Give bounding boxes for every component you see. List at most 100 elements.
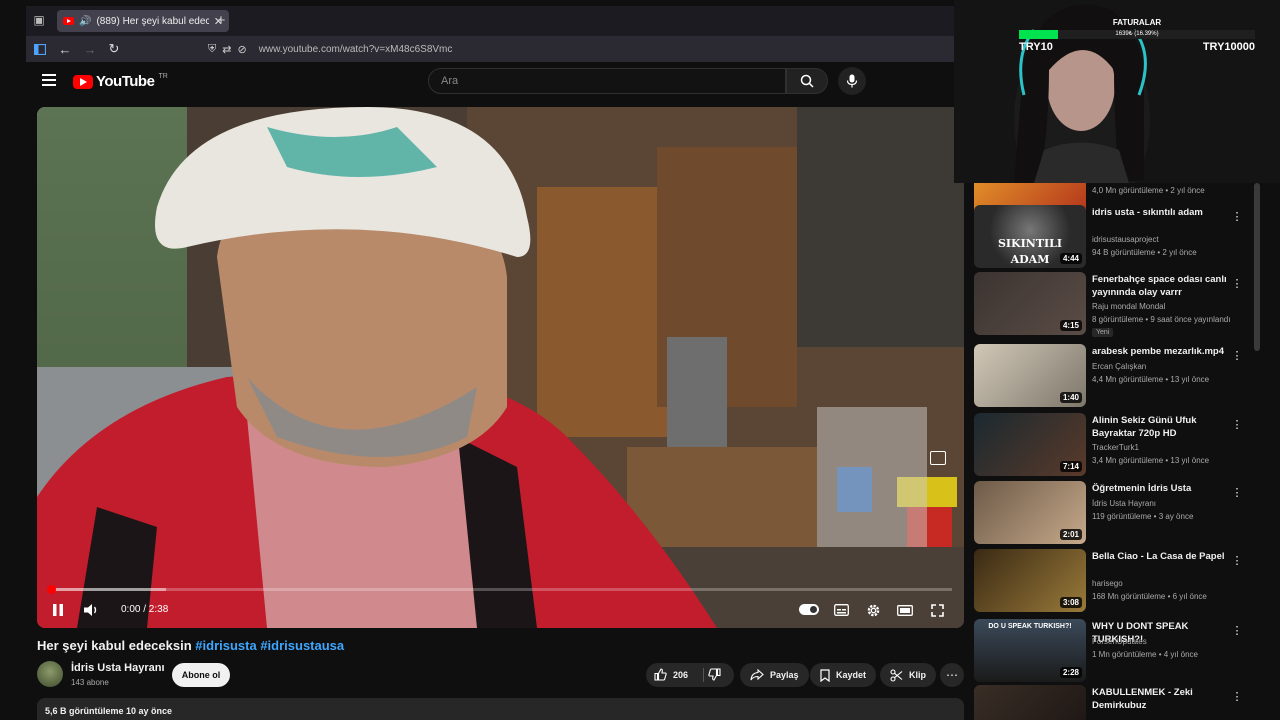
microphone-icon bbox=[846, 74, 858, 88]
search-input[interactable] bbox=[441, 75, 785, 87]
recommendation-title[interactable]: Bella Ciao - La Casa de Papel bbox=[1092, 551, 1232, 564]
speaker-icon[interactable]: 🔊 bbox=[79, 16, 91, 27]
recommendation-meta: 119 görüntüleme • 3 ay önce bbox=[1092, 511, 1194, 521]
country-code: TR bbox=[158, 73, 168, 80]
screen: ▣ 🔊 (889) Her şeyi kabul edeceksin ✕ + ←… bbox=[0, 0, 1280, 720]
more-options-icon[interactable]: ⋮ bbox=[1232, 209, 1243, 223]
subscribe-button[interactable]: Abone ol bbox=[172, 663, 230, 687]
video-frame[interactable] bbox=[37, 107, 964, 628]
fullscreen-icon bbox=[930, 603, 944, 617]
recommendation-title[interactable]: Öğretmenin İdris Usta bbox=[1092, 483, 1232, 496]
recommendation-item[interactable]: DO U SPEAK TURKISH?! 2:28 WHY U DONT SPEAK… bbox=[974, 619, 1254, 683]
thumbs-up-icon bbox=[654, 668, 667, 681]
video-player[interactable]: 0:00 / 2:38 bbox=[37, 107, 964, 628]
more-options-icon[interactable]: ⋮ bbox=[1232, 553, 1243, 567]
back-button[interactable]: ← bbox=[57, 41, 73, 57]
video-title-text: Her şeyi kabul edeceksin bbox=[37, 638, 192, 653]
search-button[interactable] bbox=[786, 68, 828, 94]
sidebar-scrollbar[interactable] bbox=[1254, 183, 1260, 351]
recommendation-item[interactable]: 3:08 Bella Ciao - La Casa de Papel hariseg… bbox=[974, 549, 1254, 613]
recommendation-item[interactable]: DÜZENİ BOZANKABULLENMEK - Zeki Demirkubu… bbox=[974, 685, 1254, 720]
video-thumbnail[interactable]: DO U SPEAK TURKISH?! 2:28 bbox=[974, 619, 1086, 682]
address-bar[interactable]: ⛨ ⇄ ⊘ www.youtube.com/watch?v=xM48c6S8Vm… bbox=[204, 39, 952, 59]
progress-buffer bbox=[49, 588, 167, 591]
recommendation-title[interactable]: idris usta - sıkıntılı adam bbox=[1092, 207, 1232, 220]
reload-button[interactable]: ↻ bbox=[106, 41, 122, 57]
recommendation-title[interactable]: Alinin Sekiz Günü Ufuk Bayraktar 720p HD bbox=[1092, 415, 1232, 440]
more-options-icon[interactable]: ⋮ bbox=[1232, 689, 1243, 703]
forward-button[interactable]: → bbox=[82, 41, 98, 57]
url-text[interactable]: www.youtube.com/watch?v=xM48c6S8Vmc bbox=[259, 44, 453, 55]
donation-goal-widget: FATURALAR 1639₺ (16.39%) TRY10 TRY10000 bbox=[1019, 18, 1255, 58]
video-thumbnail[interactable]: 4:15 bbox=[974, 272, 1086, 335]
more-options-icon[interactable]: ⋮ bbox=[1232, 417, 1243, 431]
share-button[interactable]: Paylaş bbox=[740, 663, 809, 687]
recommendation-meta: 4,4 Mn görüntüleme • 13 yıl önce bbox=[1092, 374, 1210, 384]
shield-icon[interactable]: ⛨ bbox=[208, 43, 216, 56]
recommendation-channel[interactable]: idrisustausaproject bbox=[1092, 235, 1159, 244]
video-thumbnail[interactable]: 3:08 bbox=[974, 549, 1086, 612]
recommendation-channel[interactable]: ForsenUpdates bbox=[1092, 637, 1147, 646]
hamburger-menu-icon[interactable] bbox=[42, 74, 56, 86]
browser-tab-youtube[interactable]: 🔊 (889) Her şeyi kabul edeceksin ✕ bbox=[57, 10, 229, 32]
like-button[interactable]: 206 bbox=[654, 668, 688, 681]
subtitles-button[interactable] bbox=[830, 599, 852, 621]
permissions-icon[interactable]: ⇄ bbox=[222, 43, 231, 56]
video-thumbnail[interactable]: SIKINTILI ADAM 4:44 bbox=[974, 205, 1086, 268]
recommendation-meta: 168 Mn görüntüleme • 6 yıl önce bbox=[1092, 592, 1207, 601]
recommendation-channel[interactable]: Raju mondal Mondal bbox=[1092, 302, 1165, 311]
more-options-icon[interactable]: ⋮ bbox=[1232, 623, 1243, 637]
recommendations-list: 3:134,0 Mn görüntüleme • 2 yıl önceSIKIN… bbox=[974, 183, 1254, 720]
save-button[interactable]: Kaydet bbox=[810, 663, 877, 687]
mute-button[interactable] bbox=[81, 599, 103, 621]
recommendation-item[interactable]: 2:01 Öğretmenin İdris Usta İdris Usta Hayr… bbox=[974, 481, 1254, 545]
youtube-header: YouTube TR bbox=[26, 62, 954, 102]
hashtag-link[interactable]: #idrisustausa bbox=[260, 638, 344, 653]
gear-icon bbox=[867, 604, 879, 616]
clip-button[interactable]: Klip bbox=[880, 663, 936, 687]
pause-button[interactable] bbox=[47, 599, 69, 621]
more-options-icon[interactable]: ⋮ bbox=[1232, 348, 1243, 362]
theater-icon bbox=[897, 604, 913, 616]
voice-search-button[interactable] bbox=[838, 67, 866, 95]
settings-button[interactable] bbox=[862, 599, 884, 621]
channel-avatar[interactable] bbox=[37, 661, 63, 687]
recommendation-meta: 4,0 Mn görüntüleme • 2 yıl önce bbox=[1092, 186, 1205, 195]
youtube-logo[interactable]: YouTube TR bbox=[73, 73, 168, 90]
channel-name[interactable]: İdris Usta Hayranı bbox=[71, 662, 165, 674]
more-options-icon[interactable]: ⋮ bbox=[1232, 276, 1243, 290]
progress-scrubber[interactable] bbox=[47, 585, 56, 594]
progress-bar[interactable] bbox=[47, 585, 952, 594]
description-box[interactable]: 5,6 B görüntüleme 10 ay önce bbox=[37, 698, 964, 720]
hashtag-link[interactable]: #idrisusta bbox=[195, 638, 256, 653]
thumbnail-text: DO U SPEAK TURKISH?! bbox=[988, 623, 1072, 630]
new-tab-button[interactable]: + bbox=[212, 11, 230, 29]
recommendation-title[interactable]: Fenerbahçe space odası canlı yayınında o… bbox=[1092, 274, 1232, 299]
recommendation-channel[interactable]: harisego bbox=[1092, 579, 1123, 588]
video-thumbnail[interactable]: 2:01 bbox=[974, 481, 1086, 544]
recommendation-title[interactable]: arabesk pembe mezarlık.mp4 bbox=[1092, 346, 1232, 359]
tab-overview-icon[interactable]: ▣ bbox=[30, 12, 48, 28]
search-icon bbox=[800, 74, 814, 88]
recommendation-channel[interactable]: Ercan Çalışkan bbox=[1092, 362, 1146, 371]
video-thumbnail[interactable]: 1:40 bbox=[974, 344, 1086, 407]
recommendation-item[interactable]: 4:15 Fenerbahçe space odası canlı yayının… bbox=[974, 272, 1254, 337]
theater-mode-button[interactable] bbox=[894, 599, 916, 621]
video-thumbnail[interactable]: DÜZENİ BOZAN bbox=[974, 685, 1086, 720]
recommendation-item[interactable]: 1:40 arabesk pembe mezarlık.mp4 Ercan Çalı… bbox=[974, 344, 1254, 408]
recommendation-channel[interactable]: TrackerTurk1 bbox=[1092, 443, 1139, 452]
recommendation-channel[interactable]: İdris Usta Hayranı bbox=[1092, 499, 1156, 508]
tracking-blocked-icon[interactable]: ⊘ bbox=[237, 43, 246, 56]
dislike-button[interactable] bbox=[708, 668, 721, 686]
donation-min-label: TRY10 bbox=[1019, 41, 1053, 53]
miniplayer-icon[interactable] bbox=[930, 451, 946, 465]
recommendation-item[interactable]: SIKINTILI ADAM 4:44 idris usta - sıkıntılı … bbox=[974, 205, 1254, 269]
more-actions-button[interactable]: ⋯ bbox=[940, 663, 964, 687]
autoplay-toggle[interactable] bbox=[799, 604, 819, 615]
recommendation-title[interactable]: KABULLENMEK - Zeki Demirkubuz bbox=[1092, 687, 1232, 712]
recommendation-item[interactable]: 7:14 Alinin Sekiz Günü Ufuk Bayraktar 720… bbox=[974, 413, 1254, 477]
video-thumbnail[interactable]: 7:14 bbox=[974, 413, 1086, 476]
sidebar-toggle-icon[interactable] bbox=[32, 41, 48, 57]
more-options-icon[interactable]: ⋮ bbox=[1232, 485, 1243, 499]
fullscreen-button[interactable] bbox=[926, 599, 948, 621]
